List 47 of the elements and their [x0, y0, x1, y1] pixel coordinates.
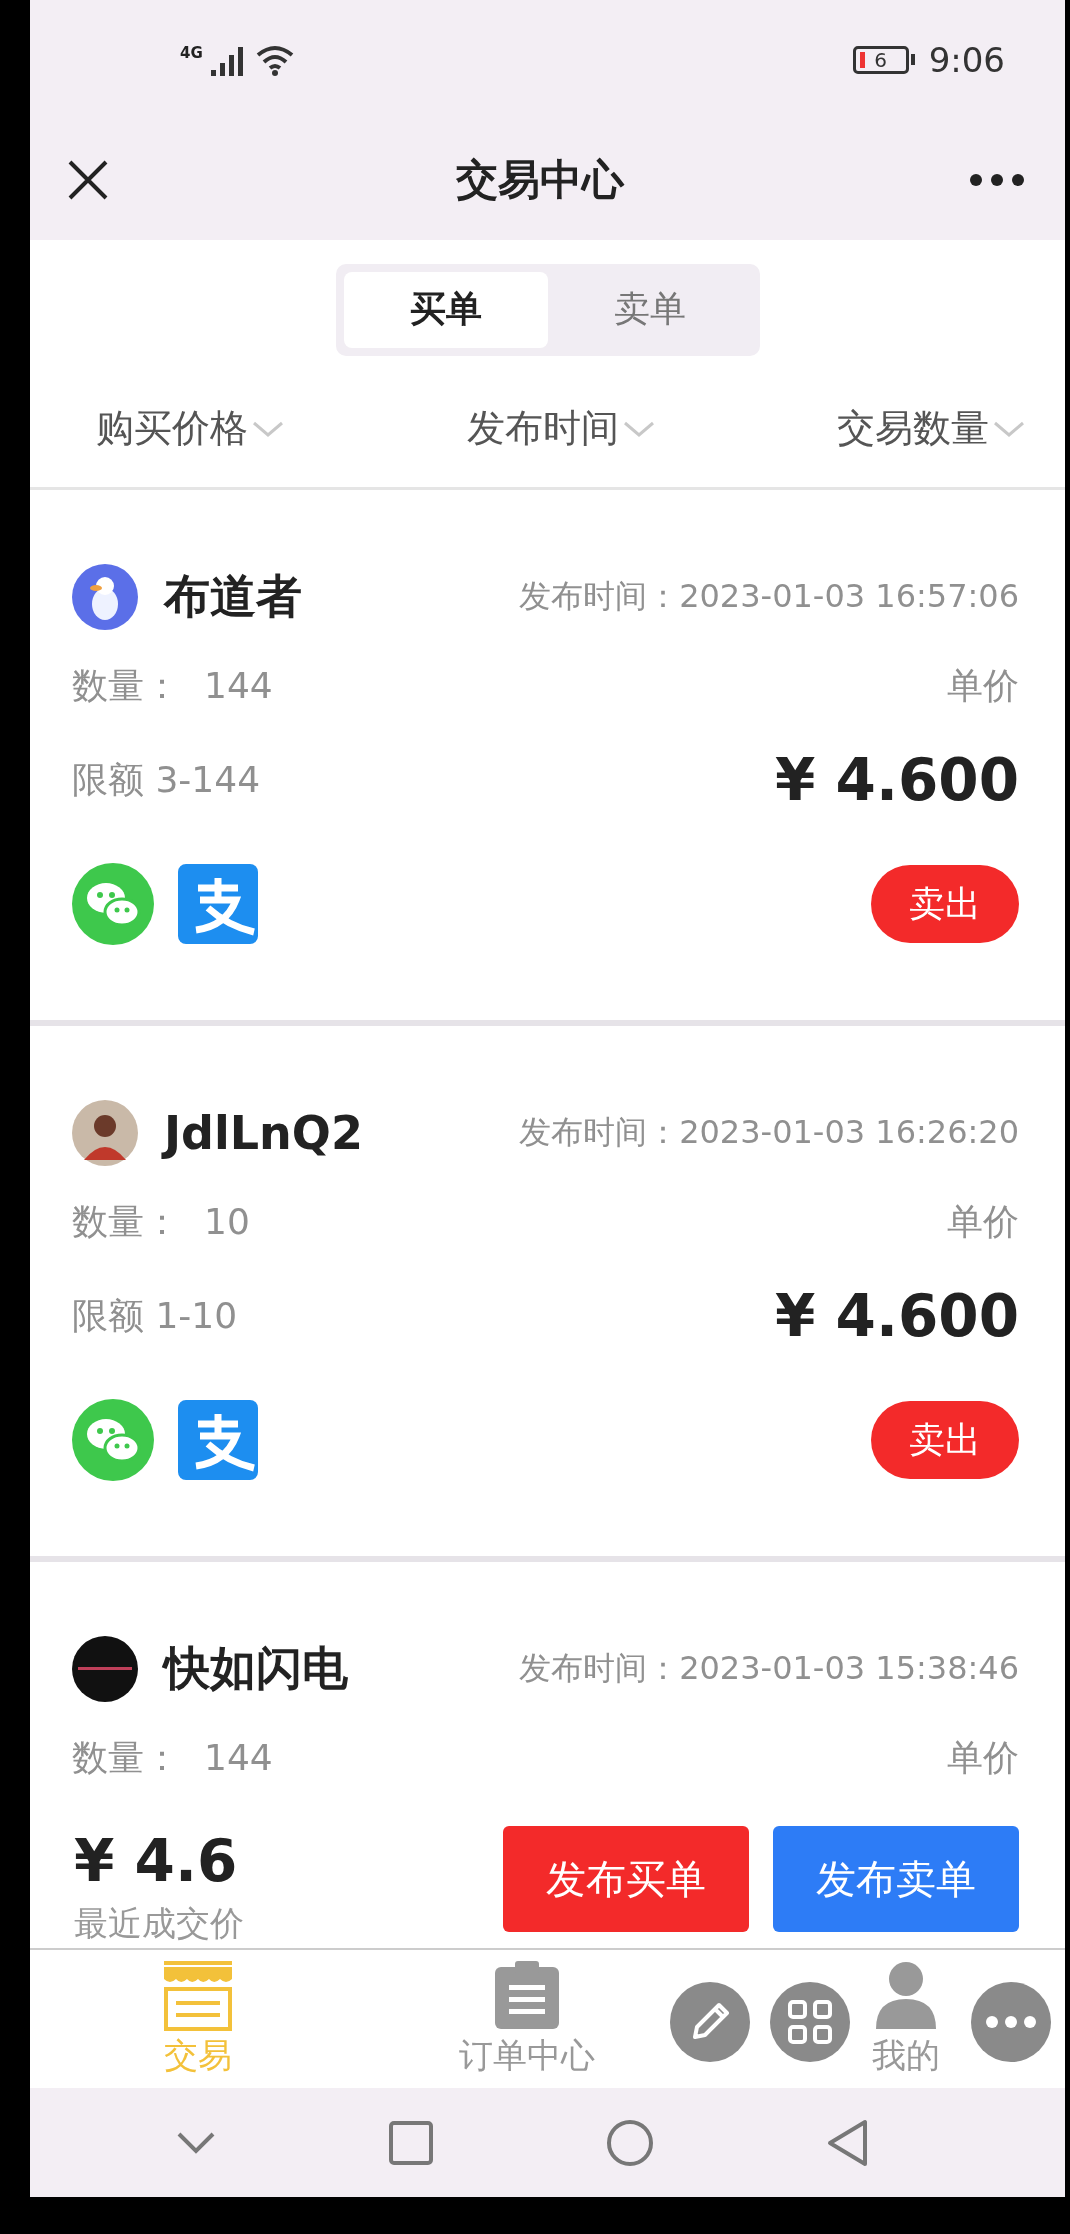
wifi-icon: [254, 43, 295, 76]
trader-name: 布道者: [164, 568, 302, 626]
quantity-label: 数量： 144: [72, 1735, 273, 1780]
sort-dropdown[interactable]: 发布时间: [466, 403, 655, 454]
payment-app-icon: [178, 864, 258, 945]
last-price-label: 最近成交价: [74, 1902, 244, 1946]
collapse-icon[interactable]: [176, 2130, 217, 2155]
sell-button[interactable]: 卖出: [871, 1401, 1019, 1480]
last-price: ¥ 4.6: [74, 1827, 239, 1896]
storefront-icon: [162, 1959, 234, 2032]
nav-tab[interactable]: 我的: [870, 1959, 942, 2080]
unit-price-label: 单价: [947, 663, 1019, 708]
chat-bubbles-icon: [72, 1399, 154, 1482]
order-type-tab[interactable]: 买单: [343, 271, 548, 348]
order-type-tab[interactable]: 卖单: [547, 271, 752, 348]
clock-time: 9:06: [928, 39, 1005, 80]
quantity-label: 数量： 144: [72, 663, 273, 708]
back-icon[interactable]: [826, 2118, 869, 2167]
unit-price-label: 单价: [947, 1199, 1019, 1244]
recents-icon[interactable]: [389, 2120, 434, 2165]
nav-tab[interactable]: 订单中心: [459, 1959, 595, 2080]
sort-dropdown[interactable]: 购买价格: [96, 403, 284, 454]
sort-dropdown[interactable]: 交易数量: [837, 403, 1025, 454]
home-icon[interactable]: [605, 2118, 654, 2167]
trader-name: 快如闪电: [164, 1640, 348, 1698]
page-title: 交易中心: [455, 153, 624, 206]
network-label: 4G: [180, 43, 203, 62]
unit-price: ¥ 4.600: [775, 746, 1019, 815]
chat-bubbles-icon: [72, 863, 154, 946]
posted-time: 发布时间：2023-01-03 16:57:06: [519, 576, 1019, 618]
post-buy-button[interactable]: 发布买单: [503, 1826, 749, 1933]
more-icon: [985, 2015, 1037, 2030]
unit-price-label: 单价: [947, 1735, 1019, 1780]
unit-price: ¥ 4.600: [775, 1282, 1019, 1351]
payment-app-icon: [178, 1400, 258, 1481]
limit-range: 限额 3-144: [72, 757, 261, 802]
post-sell-button[interactable]: 发布卖单: [773, 1826, 1019, 1933]
quantity-label: 数量： 10: [72, 1199, 250, 1244]
posted-time: 发布时间：2023-01-03 15:38:46: [519, 1648, 1019, 1690]
posted-time: 发布时间：2023-01-03 16:26:20: [519, 1112, 1019, 1154]
more-button[interactable]: [969, 172, 1025, 187]
grid-icon: [786, 1998, 834, 2047]
chevron-down-icon: [993, 419, 1025, 438]
limit-range: 限额 1-10: [72, 1293, 238, 1338]
chevron-down-icon: [622, 419, 655, 438]
sell-button[interactable]: 卖出: [871, 865, 1019, 944]
chevron-down-icon: [252, 419, 284, 438]
